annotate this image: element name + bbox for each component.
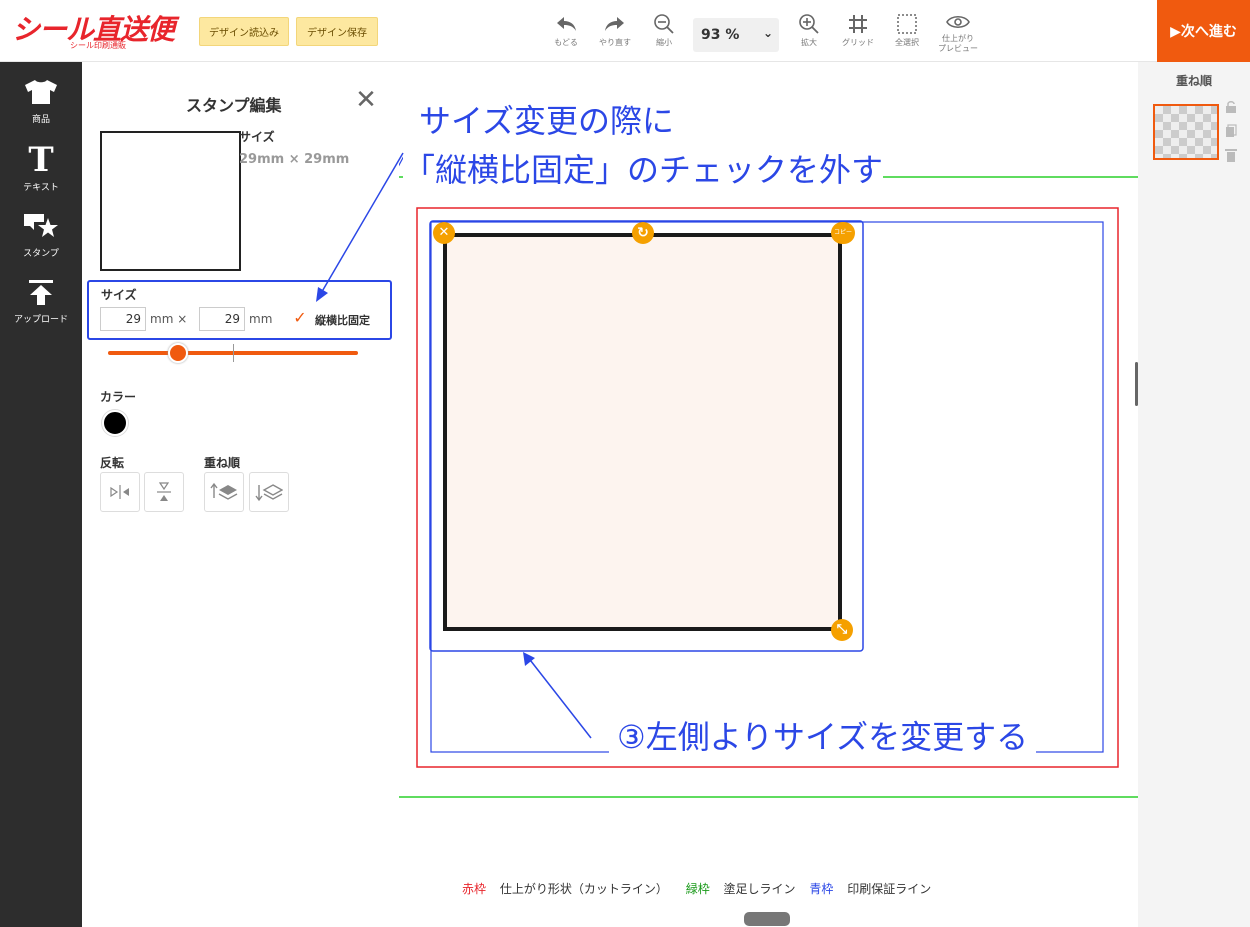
- size-info-value: 29mm × 29mm: [239, 152, 350, 167]
- close-icon[interactable]: ✕: [354, 87, 378, 113]
- save-design-button[interactable]: デザイン保存: [296, 17, 378, 46]
- stamp-preview: [100, 131, 241, 271]
- annotation-line-1: サイズ変更の際に: [419, 102, 675, 140]
- bring-forward-icon: [210, 482, 238, 500]
- legend-blue-desc: 印刷保証ライン: [847, 882, 932, 896]
- grid-label: グリッド: [842, 38, 874, 47]
- undo-label: もどる: [554, 38, 578, 47]
- stamp-square: [443, 233, 842, 631]
- upload-icon: [0, 272, 82, 312]
- stamp-icon: [0, 206, 82, 246]
- delete-handle-icon[interactable]: ✕: [433, 222, 455, 244]
- duplicate-icon[interactable]: [1224, 124, 1238, 138]
- trash-icon[interactable]: [1224, 148, 1238, 162]
- select-all-icon: [887, 10, 927, 38]
- color-label: カラー: [100, 390, 137, 404]
- legend-red-desc: 仕上がり形状（カットライン）: [499, 882, 668, 896]
- size-settings-box: サイズ 29 mm × 29 mm ✓ 縦横比固定: [87, 280, 392, 340]
- height-unit: mm: [249, 312, 273, 326]
- annotation-line-2: 「縦横比固定」のチェックを外す: [403, 145, 884, 191]
- chevron-down-icon: ⌄: [762, 26, 773, 40]
- guide-legend: 赤枠 仕上がり形状（カットライン） 緑枠 塗足しライン 青枠 印刷保証ライン: [462, 880, 931, 897]
- sidebar-label-stamp: スタンプ: [23, 249, 59, 259]
- redo-icon: [595, 10, 635, 38]
- flip-horizontal-button[interactable]: [100, 472, 140, 512]
- order-label: 重ね順: [204, 456, 241, 470]
- redo-label: やり直す: [599, 38, 631, 47]
- legend-blue: 青枠: [809, 882, 834, 896]
- resize-handle-icon[interactable]: ⤡: [831, 619, 853, 641]
- top-bar: シール直送便 シール印刷通販 デザイン読込み デザイン保存 もどる やり直す 縮…: [0, 0, 1250, 62]
- grid-icon: [838, 10, 878, 38]
- undo-icon: [546, 10, 586, 38]
- size-info-label: サイズ: [239, 130, 275, 144]
- layer-panel-title: 重ね順: [1175, 74, 1212, 88]
- legend-red: 赤枠: [462, 882, 487, 896]
- rotate-handle-icon[interactable]: ↻: [632, 222, 654, 244]
- panel-resize-handle[interactable]: [1135, 362, 1138, 406]
- eye-icon: [934, 10, 982, 34]
- flip-horizontal-icon: [110, 485, 129, 499]
- send-backward-button[interactable]: [249, 472, 289, 512]
- text-icon: T: [28, 140, 54, 180]
- zoom-out-label: 縮小: [656, 38, 672, 47]
- canvas-guides: [399, 153, 1138, 798]
- panel-title: スタンプ編集: [186, 96, 282, 115]
- brand-logo[interactable]: シール直送便 シール印刷通販: [12, 8, 187, 54]
- width-unit: mm ×: [150, 312, 188, 326]
- layer-panel: 重ね順: [1135, 62, 1250, 927]
- size-slider-thumb[interactable]: [168, 343, 188, 363]
- copy-handle[interactable]: コピー: [831, 222, 855, 244]
- sidebar-label-product: 商品: [31, 115, 50, 125]
- zoom-select[interactable]: 93 % ⌄: [693, 18, 779, 52]
- zoom-in-label: 拡大: [801, 38, 817, 47]
- flip-vertical-button[interactable]: [144, 472, 184, 512]
- bring-forward-button[interactable]: [204, 472, 244, 512]
- zoom-in-icon: [789, 10, 829, 38]
- undo-button[interactable]: もどる: [546, 10, 586, 58]
- redo-button[interactable]: やり直す: [595, 10, 635, 58]
- preview-label-2: プレビュー: [938, 44, 978, 53]
- design-canvas[interactable]: ✕ ↻ コピー ⤡ サイズ変更の際に 「縦横比固定」のチェックを外す ③左側より…: [399, 62, 1138, 927]
- aspect-lock-checkbox[interactable]: ✓: [289, 307, 311, 329]
- annotation-line-3: ③左側よりサイズを変更する: [609, 712, 1037, 758]
- size-label: サイズ: [101, 288, 137, 302]
- lock-icon[interactable]: [1224, 100, 1238, 114]
- width-input[interactable]: 29: [100, 307, 146, 331]
- flip-vertical-icon: [157, 482, 171, 501]
- legend-green: 緑枠: [685, 882, 710, 896]
- sidebar-item-product[interactable]: 商品: [0, 72, 82, 134]
- select-all-button[interactable]: 全選択: [887, 10, 927, 58]
- zoom-in-button[interactable]: 拡大: [789, 10, 829, 58]
- sidebar-item-stamp[interactable]: スタンプ: [0, 206, 82, 268]
- grid-button[interactable]: グリッド: [838, 10, 878, 58]
- bottom-scroll-handle[interactable]: [744, 912, 790, 926]
- load-design-button[interactable]: デザイン読込み: [199, 17, 289, 46]
- sidebar-label-text: テキスト: [23, 183, 59, 193]
- sidebar-label-upload: アップロード: [13, 315, 68, 325]
- sidebar-item-text[interactable]: T テキスト: [0, 140, 82, 202]
- height-input[interactable]: 29: [199, 307, 245, 331]
- stamp-edit-panel: スタンプ編集 ✕ サイズ 29mm × 29mm サイズ 29 mm × 29 …: [82, 62, 399, 927]
- preview-label-1: 仕上がり: [942, 34, 974, 43]
- zoom-out-button[interactable]: 縮小: [644, 10, 684, 58]
- color-swatch[interactable]: [102, 410, 128, 436]
- brand-sub: シール印刷通販: [70, 41, 126, 50]
- preview-button[interactable]: 仕上がり プレビュー: [934, 10, 982, 58]
- select-all-label: 全選択: [895, 38, 919, 47]
- next-step-button[interactable]: ▶次へ進む: [1157, 0, 1250, 62]
- flip-label: 反転: [100, 456, 125, 470]
- zoom-value: 93 %: [701, 27, 740, 43]
- layer-thumbnail[interactable]: [1153, 104, 1219, 160]
- aspect-lock-label: 縦横比固定: [315, 314, 370, 327]
- send-backward-icon: [255, 484, 283, 502]
- sidebar-item-upload[interactable]: アップロード: [0, 272, 82, 334]
- slider-tick: [233, 344, 234, 362]
- zoom-out-icon: [644, 10, 684, 38]
- sidebar: 商品 T テキスト スタンプ アップロード: [0, 62, 82, 927]
- legend-green-desc: 塗足しライン: [723, 882, 796, 896]
- tshirt-icon: [0, 72, 82, 112]
